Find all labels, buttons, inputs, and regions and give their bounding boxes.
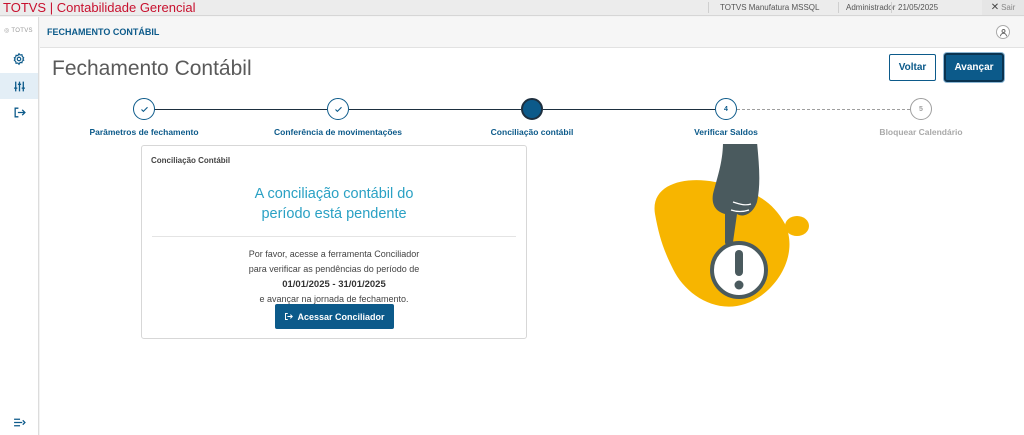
page-header: FECHAMENTO CONTÁBIL (40, 17, 1024, 48)
yellow-dot (785, 216, 809, 236)
check-icon (140, 106, 148, 112)
separator (838, 2, 839, 13)
check-icon (334, 106, 342, 112)
logout-button[interactable] (0, 99, 38, 125)
settings-button[interactable] (0, 46, 38, 72)
external-open-icon (285, 313, 294, 320)
adjustments-button[interactable] (0, 73, 38, 99)
step-1-label: Parâmetros de fechamento (89, 127, 199, 137)
body-line: para verificar as pendências do período … (248, 264, 420, 274)
exit-button[interactable]: ✕ Sair (982, 0, 1024, 15)
user-icon (999, 28, 1007, 36)
logo-text: TOTVS (11, 28, 33, 34)
step-connector (737, 109, 910, 110)
heading-line: A conciliação contábil do (254, 186, 414, 202)
system-bar: TOTVS | Contabilidade Gerencial TOTVS Ma… (0, 0, 1024, 16)
step-connector (154, 109, 327, 110)
step-connector (543, 109, 715, 110)
period-range: 01/01/2025 - 31/01/2025 (282, 279, 386, 290)
step-3-indicator[interactable] (521, 98, 543, 120)
expand-menu-button[interactable] (0, 409, 38, 435)
side-menu: ◎ TOTVS (0, 17, 39, 435)
step-1-indicator[interactable] (133, 98, 155, 120)
body-line: Por favor, acesse a ferramenta Conciliad… (248, 249, 420, 259)
divider (152, 236, 516, 237)
totvs-logo: ◎ TOTVS (4, 28, 33, 34)
reconciliation-card: Conciliação Contábil A conciliação contá… (141, 145, 527, 339)
step-4-label: Verificar Saldos (694, 127, 758, 137)
back-button[interactable]: Voltar (889, 54, 936, 81)
step-4-number: 4 (724, 105, 728, 113)
step-3-label: Conciliação contábil (490, 127, 574, 137)
environment-label: TOTVS Manufatura MSSQL (720, 3, 820, 12)
step-2-label: Conferência de movimentações (273, 127, 403, 137)
warning-illustration (654, 144, 809, 307)
heading-line: período está pendente (261, 206, 407, 222)
step-4-indicator[interactable]: 4 (715, 98, 737, 120)
main-content: Fechamento Contábil Voltar Avançar Parâm… (40, 48, 1024, 435)
section-title: FECHAMENTO CONTÁBIL (47, 27, 160, 37)
logout-icon (14, 107, 26, 117)
page-title: Fechamento Contábil (52, 57, 252, 80)
exit-label: Sair (1001, 3, 1016, 12)
close-icon: ✕ (990, 2, 1000, 13)
alert-dot (734, 280, 744, 290)
step-2-indicator[interactable] (327, 98, 349, 120)
menu-expand-icon (13, 418, 26, 426)
step-5-indicator: 5 (910, 98, 932, 120)
separator (708, 2, 709, 13)
card-title: Conciliação Contábil (151, 156, 231, 165)
step-5-number: 5 (919, 105, 923, 113)
app-title: TOTVS | Contabilidade Gerencial (3, 0, 196, 15)
card-heading: A conciliação contábil do período está p… (142, 184, 526, 224)
card-body: Por favor, acesse a ferramenta Conciliad… (142, 247, 526, 307)
next-button[interactable]: Avançar (944, 53, 1004, 82)
user-profile-button[interactable] (996, 25, 1010, 39)
alert-bar (735, 250, 743, 276)
access-reconciler-label: Acessar Conciliador (297, 311, 385, 322)
sliders-icon (13, 81, 25, 91)
step-connector (349, 109, 521, 110)
date-label: 21/05/2025 (898, 3, 939, 12)
gear-icon (13, 52, 25, 66)
step-5-label: Bloquear Calendário (879, 127, 963, 137)
access-reconciler-button[interactable]: Acessar Conciliador (275, 304, 394, 329)
